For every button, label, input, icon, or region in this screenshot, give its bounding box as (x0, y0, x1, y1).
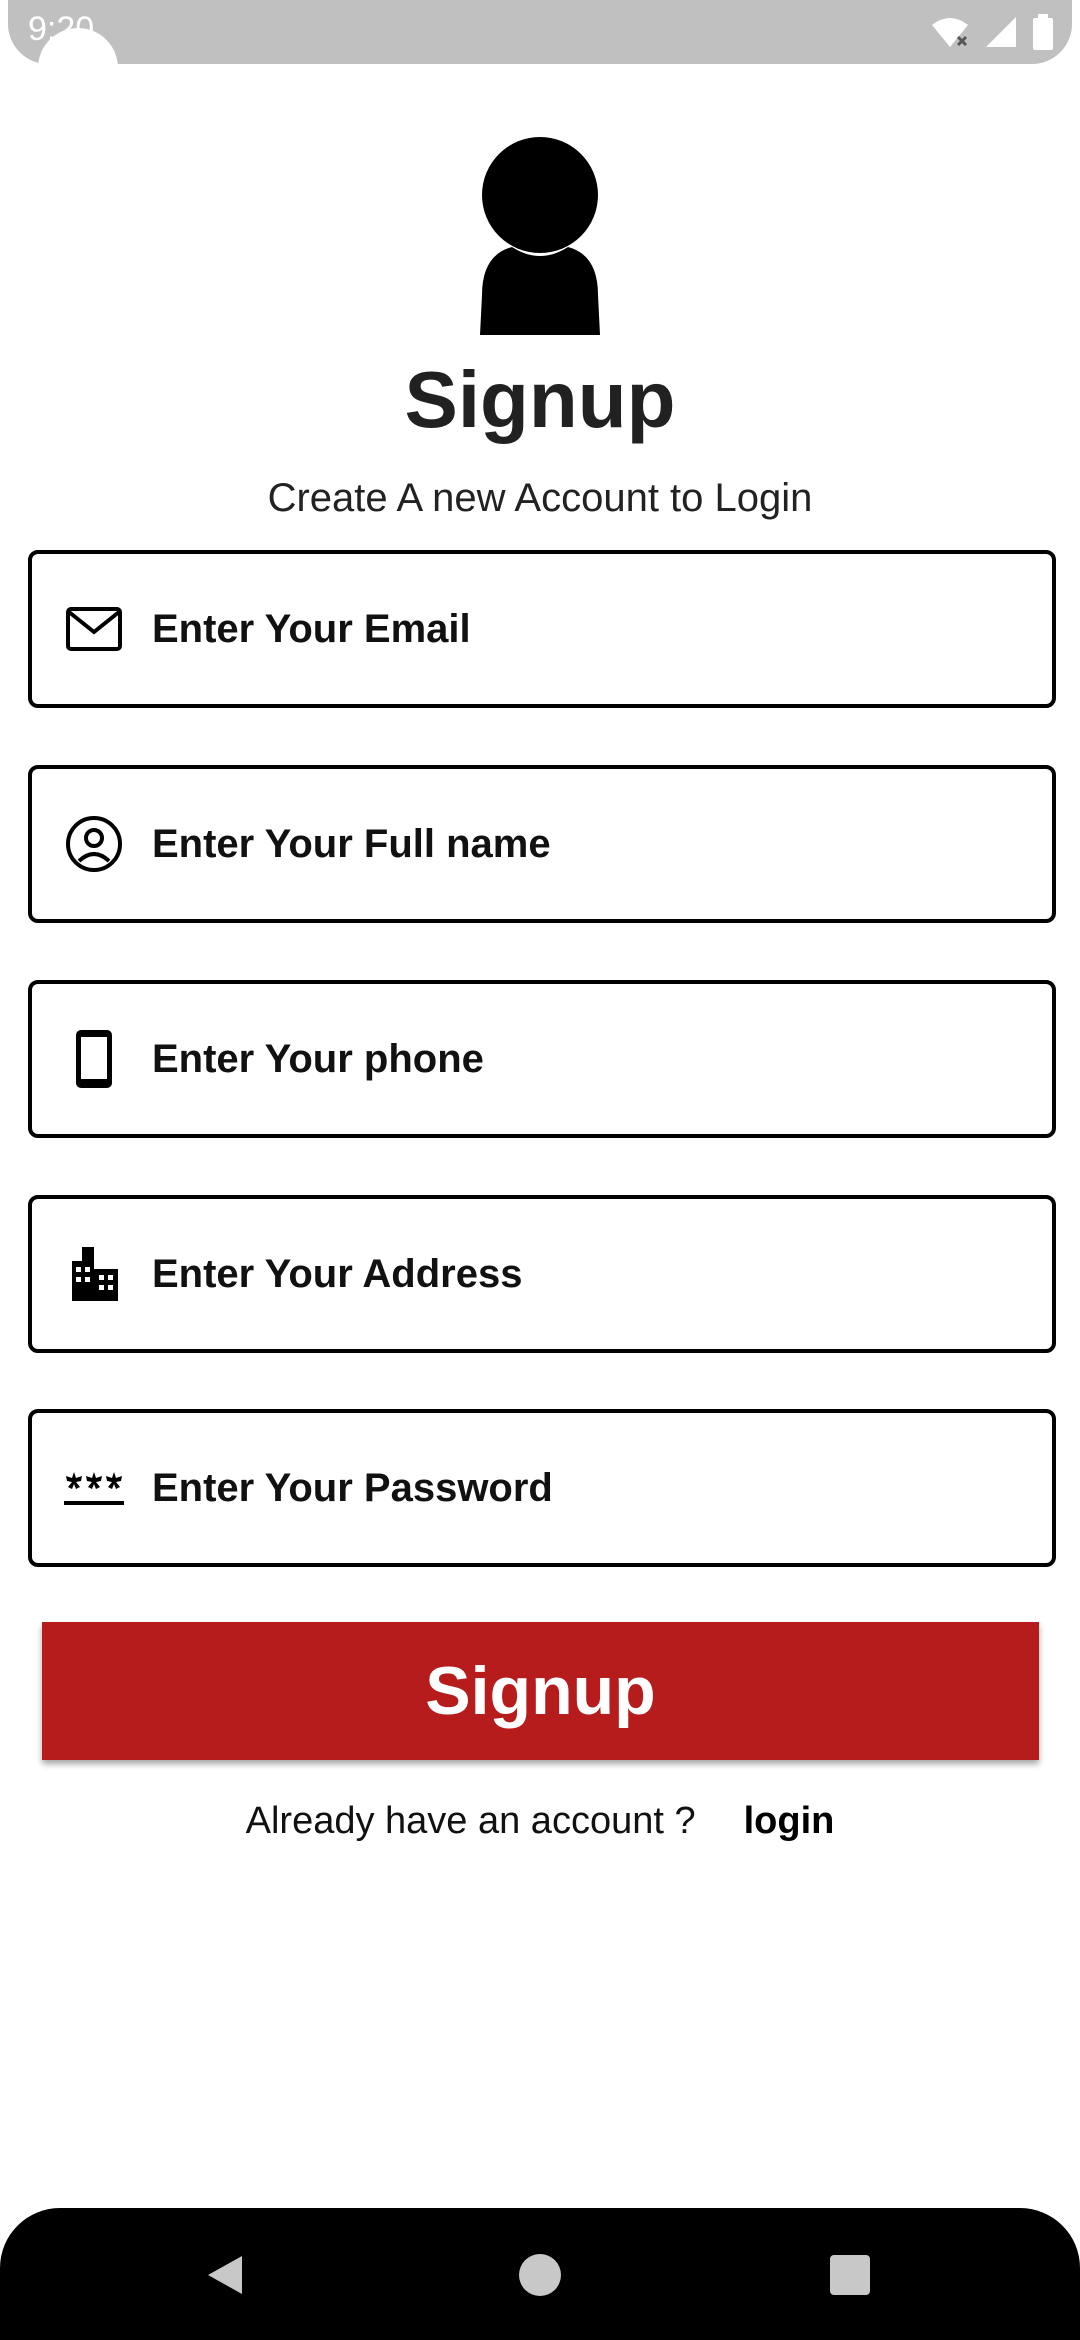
address-field[interactable]: Enter Your Address (28, 1195, 1056, 1353)
navigation-bar (0, 2208, 1080, 2340)
password-icon (62, 1456, 126, 1520)
phone-placeholder: Enter Your phone (152, 1036, 484, 1081)
login-link[interactable]: login (744, 1800, 835, 1843)
person-icon (450, 135, 630, 340)
full-name-placeholder: Enter Your Full name (152, 821, 551, 866)
signup-button[interactable]: Signup (42, 1622, 1039, 1760)
phone-field[interactable]: Enter Your phone (28, 980, 1056, 1138)
building-icon (62, 1242, 126, 1306)
account-circle-icon (62, 812, 126, 876)
email-field[interactable]: Enter Your Email (28, 550, 1056, 708)
login-prompt: Already have an account ? (245, 1800, 696, 1842)
signal-icon (984, 15, 1018, 54)
battery-icon (1032, 14, 1054, 55)
back-icon[interactable] (190, 2240, 260, 2310)
camera-cutout (38, 28, 118, 108)
home-icon[interactable] (505, 2240, 575, 2310)
mail-icon (62, 597, 126, 661)
status-icons (930, 14, 1054, 55)
login-row: Already have an account ? login (0, 1800, 1080, 1843)
password-field[interactable]: Enter Your Password (28, 1409, 1056, 1567)
phone-icon (62, 1027, 126, 1091)
full-name-field[interactable]: Enter Your Full name (28, 765, 1056, 923)
address-placeholder: Enter Your Address (152, 1251, 523, 1296)
page-title: Signup (404, 355, 676, 444)
page-subtitle: Create A new Account to Login (267, 476, 813, 520)
recents-icon[interactable] (815, 2240, 885, 2310)
email-placeholder: Enter Your Email (152, 606, 471, 651)
status-bar: 9:20 (8, 0, 1072, 108)
password-placeholder: Enter Your Password (152, 1465, 553, 1510)
wifi-off-icon (930, 15, 970, 54)
